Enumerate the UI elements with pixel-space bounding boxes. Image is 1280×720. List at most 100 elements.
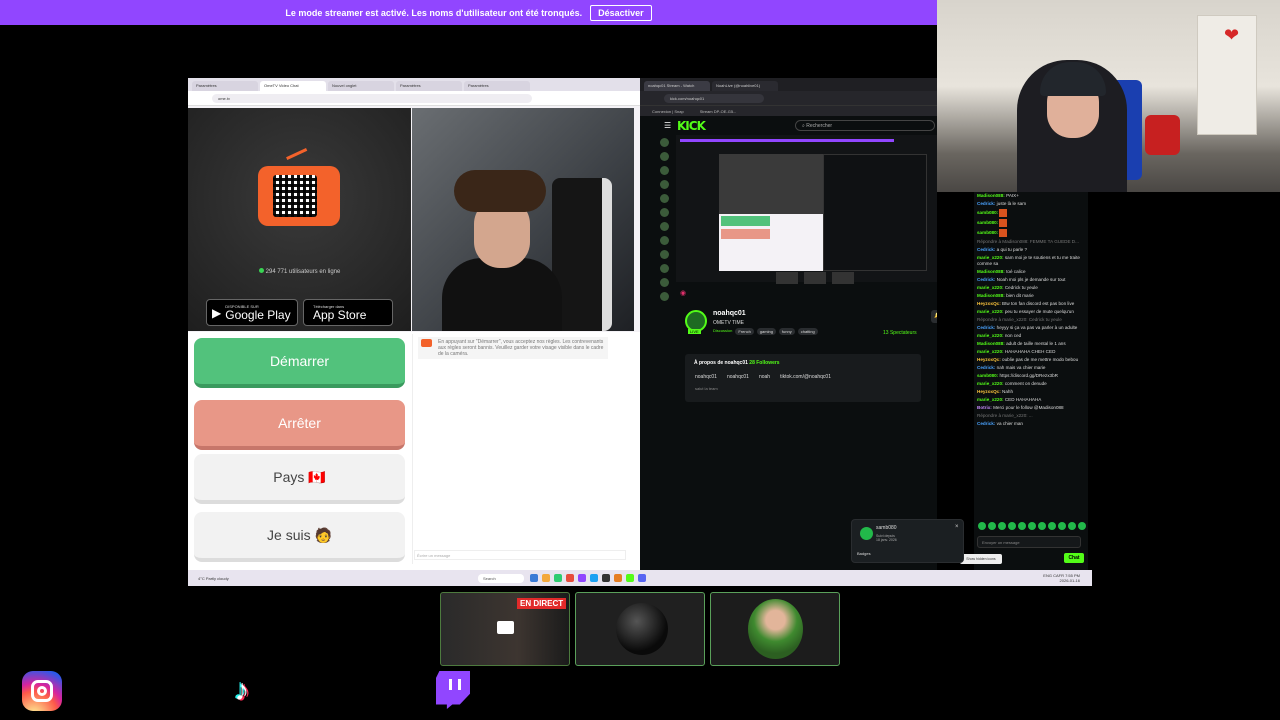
instagram-link[interactable]: noahqc01 bbox=[695, 374, 717, 380]
emote-icon[interactable] bbox=[978, 522, 986, 530]
app-icon[interactable] bbox=[554, 574, 562, 582]
emote-icon[interactable] bbox=[998, 522, 1006, 530]
user-card-name[interactable]: samb080 bbox=[876, 525, 897, 531]
url-field[interactable]: ome.tv bbox=[212, 93, 532, 103]
tag-chip[interactable]: chatting bbox=[797, 328, 818, 335]
chat-username[interactable]: marie_x220: bbox=[977, 381, 1005, 386]
stop-button[interactable]: Arrêter bbox=[194, 400, 405, 450]
system-tray[interactable]: ENG CAFR 7:55 PM 2026-01-16 bbox=[1043, 573, 1080, 583]
chat-username[interactable]: marie_x220: bbox=[977, 333, 1005, 338]
sidebar-channel-avatar[interactable] bbox=[659, 222, 669, 231]
emote-icon[interactable] bbox=[1008, 522, 1016, 530]
sidebar-channel-avatar[interactable] bbox=[659, 278, 669, 287]
sidebar-channel-avatar[interactable] bbox=[659, 250, 669, 259]
chat-username[interactable]: Botrix: bbox=[977, 405, 993, 410]
chat-input[interactable]: Envoyer un message bbox=[977, 536, 1081, 548]
app-icon[interactable] bbox=[566, 574, 574, 582]
chat-username[interactable]: marie_x220: bbox=[977, 309, 1005, 314]
search-input[interactable]: ⌕ Rechercher bbox=[795, 120, 935, 131]
app-icon[interactable] bbox=[530, 574, 538, 582]
chat-username[interactable]: Cedrick: bbox=[977, 325, 997, 330]
kick-logo[interactable]: KICK bbox=[677, 119, 706, 133]
chat-username[interactable]: Madison088: bbox=[977, 269, 1006, 274]
category-link[interactable]: Discussion bbox=[713, 328, 732, 335]
chat-username[interactable]: Cedrick: bbox=[977, 421, 997, 426]
sidebar-channel-avatar[interactable] bbox=[659, 194, 669, 203]
tag-chip[interactable]: French bbox=[735, 328, 754, 335]
sidebar-channel-avatar[interactable] bbox=[659, 138, 669, 147]
emote-icon[interactable] bbox=[1058, 522, 1066, 530]
sidebar-channel-avatar[interactable] bbox=[659, 264, 669, 273]
close-icon[interactable]: × bbox=[955, 524, 959, 530]
app-store-badge[interactable]: Télécharger dans App Store bbox=[303, 299, 393, 326]
i-am-button[interactable]: Je suis 🧑 bbox=[194, 512, 405, 562]
chat-username[interactable]: Madison088: bbox=[977, 341, 1006, 346]
disable-streamer-mode-button[interactable]: Désactiver bbox=[590, 4, 652, 21]
app-icon[interactable] bbox=[626, 574, 634, 582]
chat-username[interactable]: samb080: bbox=[977, 373, 999, 378]
chat-username[interactable]: marie_x220: bbox=[977, 349, 1005, 354]
sidebar-channel-avatar[interactable] bbox=[659, 236, 669, 245]
ometv-chat-input[interactable]: Écrire un message bbox=[414, 550, 626, 560]
sidebar-channel-avatar[interactable] bbox=[659, 180, 669, 189]
chat-username[interactable]: samb080: bbox=[977, 210, 999, 215]
browser-tab-active[interactable]: noahqc01 Stream - Watch bbox=[644, 81, 710, 91]
youtube-link[interactable]: noahqc01 bbox=[727, 374, 749, 380]
menu-icon[interactable]: ☰ bbox=[664, 121, 671, 130]
tag-chip[interactable]: funny bbox=[778, 328, 795, 335]
chat-username[interactable]: HeyzoxQc: bbox=[977, 301, 1002, 306]
streamer-name[interactable]: noahqc01 bbox=[713, 310, 746, 317]
kick-video-player[interactable] bbox=[676, 135, 937, 284]
browser-tab[interactable]: Nouvel onglet bbox=[328, 81, 394, 91]
app-icon[interactable] bbox=[578, 574, 586, 582]
weather-widget[interactable]: 4°C Partly cloudy bbox=[198, 576, 258, 581]
url-field[interactable]: kick.com/noahqc01 bbox=[664, 93, 764, 103]
chat-username[interactable]: Cedrick: bbox=[977, 247, 997, 252]
emote-icon[interactable] bbox=[1038, 522, 1046, 530]
chat-username[interactable]: marie_x220: bbox=[977, 285, 1005, 290]
browser-tab[interactable]: Paramètres bbox=[396, 81, 462, 91]
chat-username[interactable]: samb080: bbox=[977, 220, 999, 225]
tag-chip[interactable]: gaming bbox=[756, 328, 776, 335]
browser-tab[interactable]: Paramètres bbox=[464, 81, 530, 91]
emote-icon[interactable] bbox=[1028, 522, 1036, 530]
app-icon[interactable] bbox=[542, 574, 550, 582]
chat-username[interactable]: Cedrick: bbox=[977, 201, 997, 206]
browser-tab[interactable]: NoahLive (@noahlive01) bbox=[712, 81, 778, 91]
app-icon[interactable] bbox=[614, 574, 622, 582]
sidebar-channel-avatar[interactable] bbox=[659, 208, 669, 217]
chat-username[interactable]: marie_x220: bbox=[977, 397, 1005, 402]
chat-username[interactable]: Cedrick: bbox=[977, 277, 997, 282]
emote-icon[interactable] bbox=[1078, 522, 1086, 530]
discord-link[interactable]: noah bbox=[759, 374, 770, 380]
app-icon[interactable] bbox=[638, 574, 646, 582]
chat-username[interactable]: HeyzoxQc: bbox=[977, 389, 1002, 394]
sidebar-channel-avatar[interactable] bbox=[659, 166, 669, 175]
chat-username[interactable]: Madison088: bbox=[977, 293, 1006, 298]
chat-username[interactable]: marie_x220: bbox=[977, 255, 1005, 260]
chat-username[interactable]: samb080: bbox=[977, 230, 999, 235]
google-play-badge[interactable]: ▶ DISPONIBLE SUR Google Play bbox=[206, 299, 298, 326]
instagram-small-icon[interactable]: ◉ bbox=[680, 289, 686, 297]
taskbar-search[interactable]: Search bbox=[478, 573, 524, 583]
chat-username[interactable]: Cedrick: bbox=[977, 365, 997, 370]
tiktok-link[interactable]: tiktok.com/@noahqc01 bbox=[780, 374, 831, 380]
bell-icon[interactable]: 🔔 bbox=[931, 310, 937, 323]
chat-send-button[interactable]: Chat bbox=[1064, 553, 1084, 563]
emote-icon[interactable] bbox=[1068, 522, 1076, 530]
app-icon[interactable] bbox=[590, 574, 598, 582]
chat-username[interactable]: HeyzoxQc: bbox=[977, 357, 1002, 362]
bookmark-item[interactable]: Connexion | Snap bbox=[652, 109, 684, 114]
emote-icon[interactable] bbox=[988, 522, 996, 530]
bookmark-item[interactable]: Stream DP-OE-G5... bbox=[700, 109, 737, 114]
browser-tab[interactable]: Paramètres bbox=[192, 81, 258, 91]
browser-tab-active[interactable]: OmeTV Video Chat bbox=[260, 81, 326, 91]
app-icon[interactable] bbox=[602, 574, 610, 582]
emote-icon[interactable] bbox=[1048, 522, 1056, 530]
sidebar-channel-avatar[interactable] bbox=[659, 152, 669, 161]
country-button[interactable]: Pays 🇨🇦 bbox=[194, 454, 405, 504]
sidebar-channel-avatar[interactable] bbox=[659, 292, 669, 301]
emote-icon[interactable] bbox=[1018, 522, 1026, 530]
chat-username[interactable]: Madison088: bbox=[977, 193, 1006, 198]
start-button[interactable]: Démarrer bbox=[194, 338, 405, 388]
